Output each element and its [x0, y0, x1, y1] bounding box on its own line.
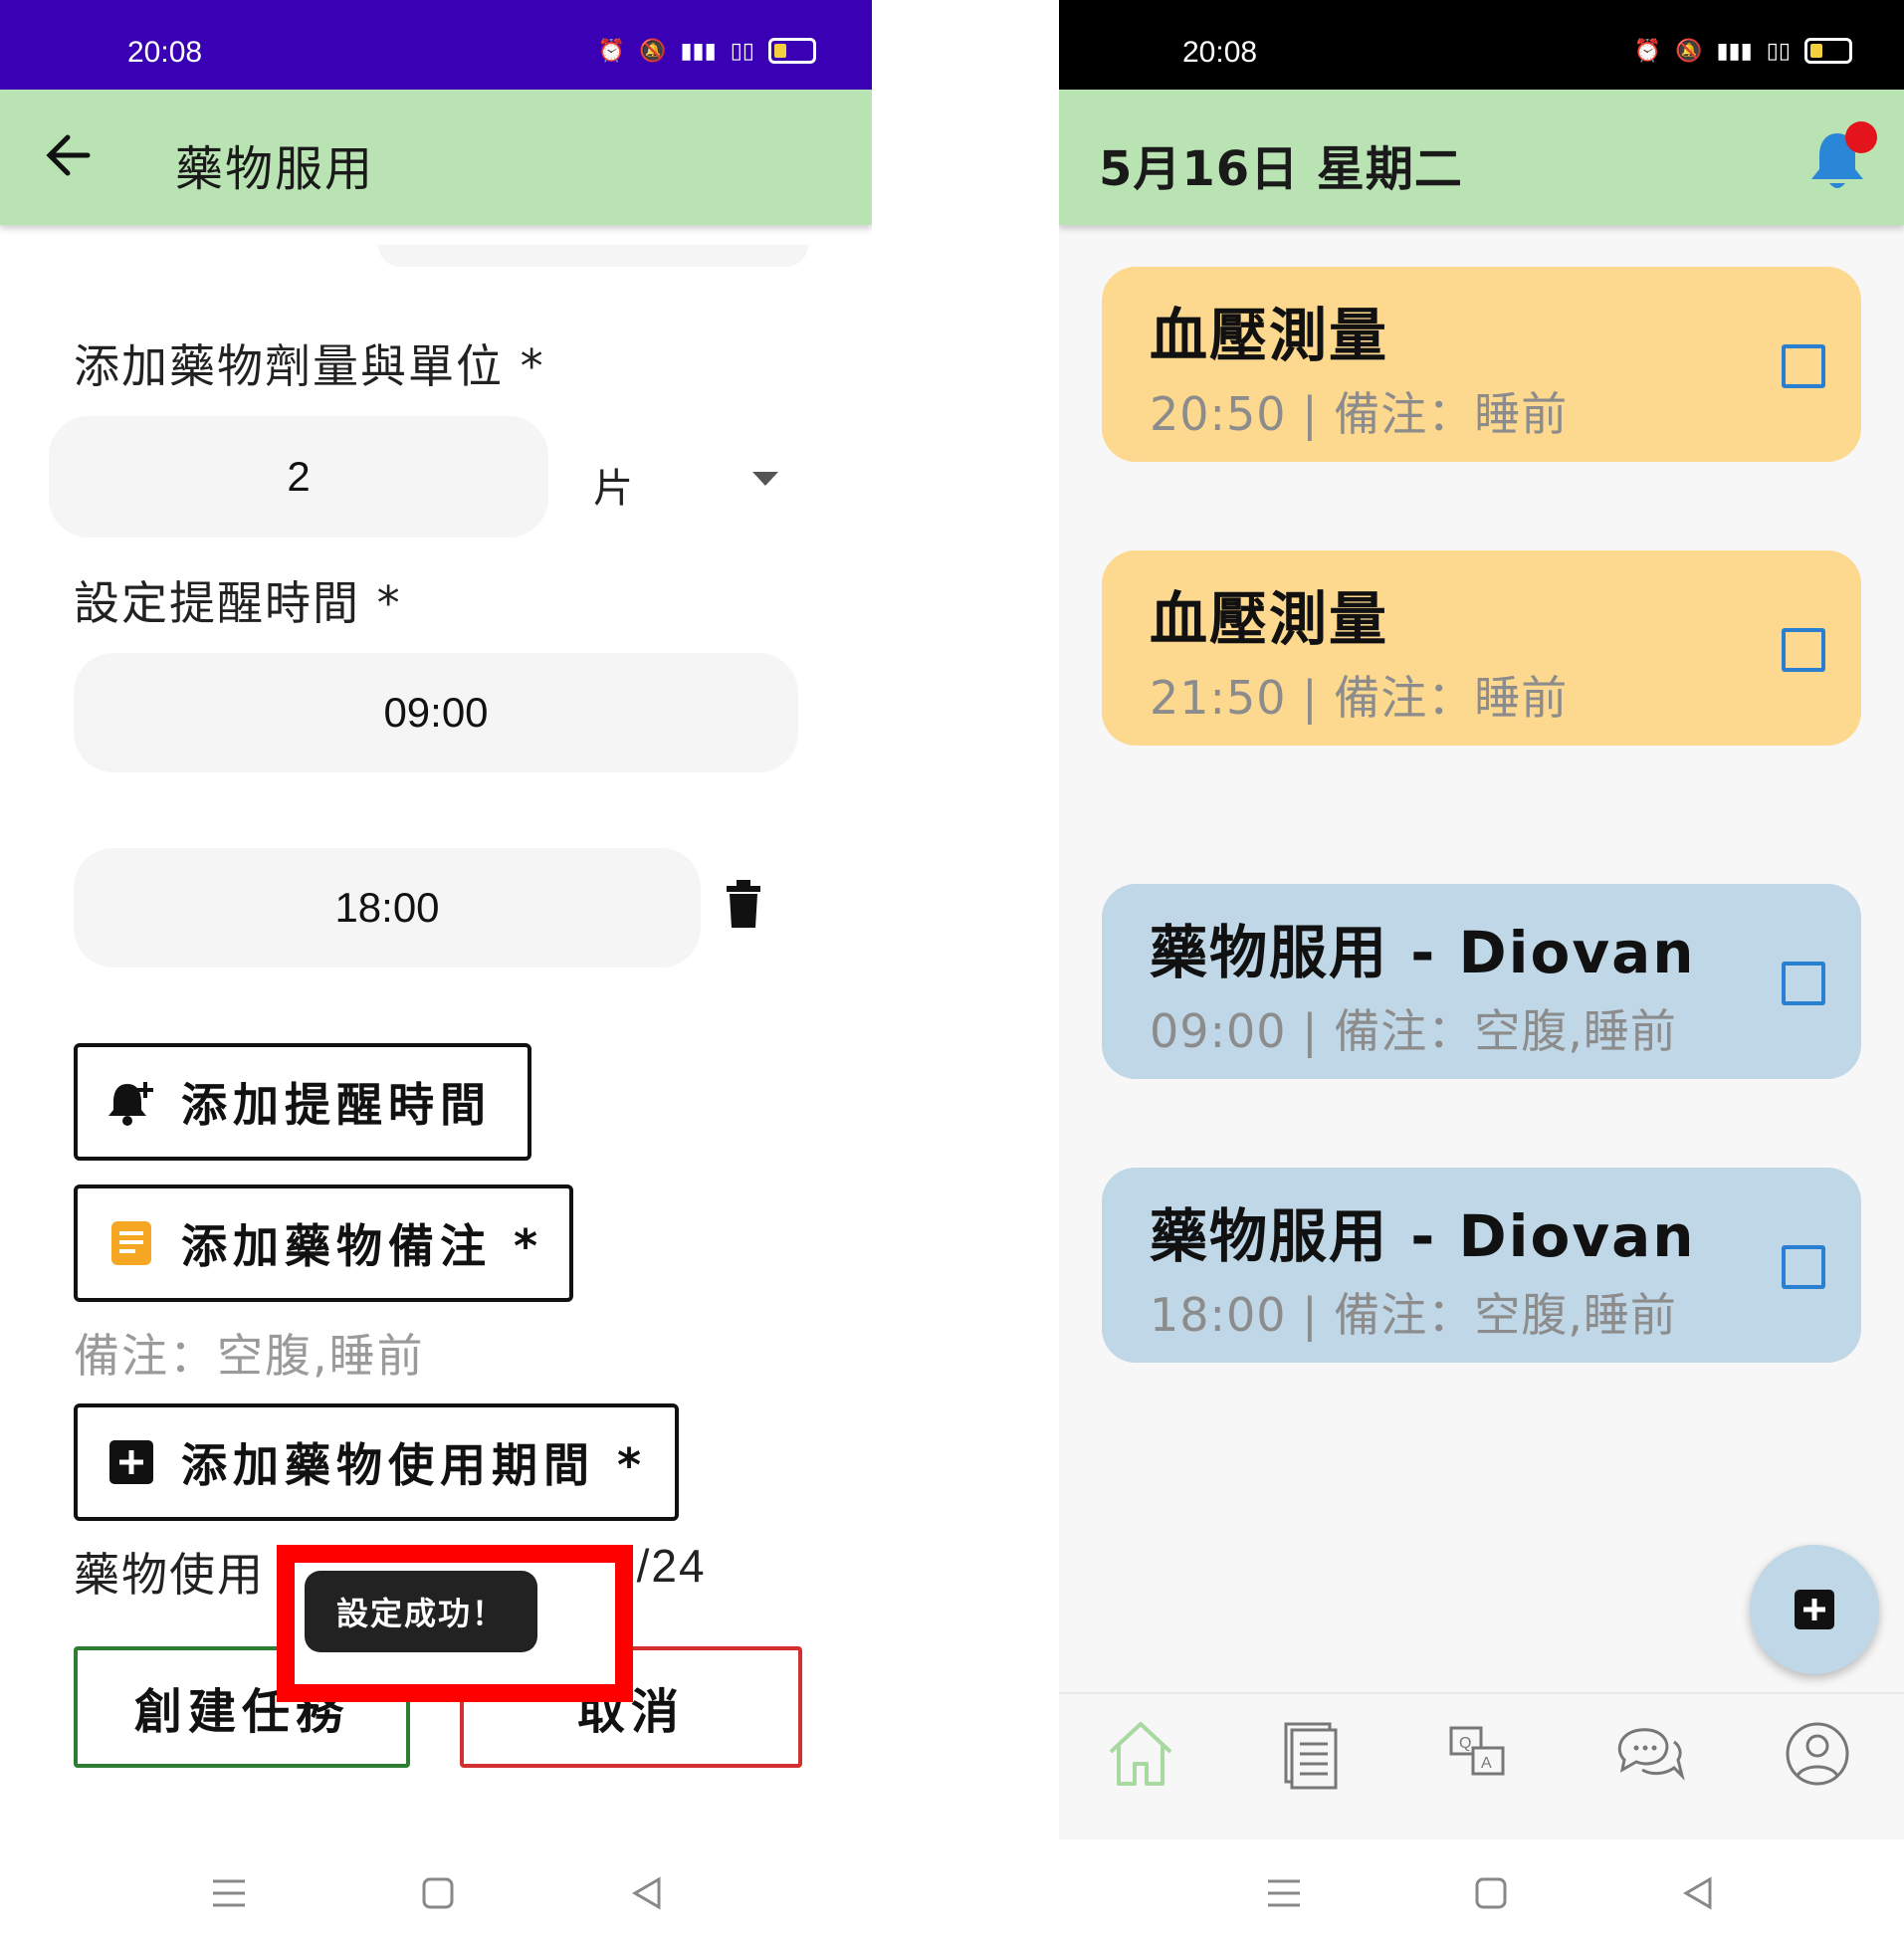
dropdown-arrow-icon[interactable]: [752, 472, 778, 488]
battery-icon: [768, 38, 816, 64]
status-icons: ⏰ 🔕 ▮▮▮ ▯▯: [1634, 38, 1852, 64]
status-time: 20:08: [1182, 36, 1258, 69]
time-field-2[interactable]: 18:00: [74, 848, 701, 968]
bottom-nav: QA: [1059, 1692, 1904, 1841]
signal-off-icon: ▯▯: [1766, 38, 1791, 64]
task-subtitle: 18:00 | 備注：空腹,睡前: [1150, 1288, 1677, 1342]
task-title: 藥物服用 - Diovan: [1150, 919, 1696, 986]
add-reminder-label: 添加提醒時間: [181, 1078, 492, 1132]
page-title: 藥物服用: [175, 141, 375, 197]
add-box-icon: [109, 1440, 153, 1484]
signal-icon: ▮▮▮: [1716, 38, 1753, 64]
task-title: 血壓測量: [1150, 585, 1389, 653]
document-icon[interactable]: [1270, 1714, 1350, 1794]
period-text: 藥物使用: [74, 1548, 265, 1602]
qa-icon[interactable]: QA: [1439, 1714, 1519, 1794]
note-icon: [111, 1221, 151, 1265]
trash-icon[interactable]: [723, 880, 764, 930]
task-card[interactable]: 血壓測量 20:50 | 備注：睡前: [1102, 267, 1861, 462]
unit-select[interactable]: 片: [593, 456, 633, 514]
app-bar: 5月16日 星期二: [1059, 90, 1904, 225]
mute-icon: 🔕: [1675, 38, 1703, 64]
profile-icon[interactable]: [1778, 1714, 1857, 1794]
task-checkbox[interactable]: [1782, 344, 1825, 388]
chat-icon[interactable]: [1608, 1714, 1688, 1794]
task-card[interactable]: 藥物服用 - Diovan 18:00 | 備注：空腹,睡前: [1102, 1168, 1861, 1363]
back-triangle-icon[interactable]: [1678, 1873, 1718, 1913]
back-arrow-icon[interactable]: [44, 125, 94, 185]
note-display: 備注：空腹,睡前: [74, 1329, 425, 1383]
status-bar: 20:08 ⏰ 🔕 ▮▮▮ ▯▯: [1059, 0, 1904, 90]
right-screen: 20:08 ⏰ 🔕 ▮▮▮ ▯▯ 5月16日 星期二 血壓測量 20:50 | …: [1059, 0, 1904, 1938]
system-nav: [1059, 1839, 1904, 1938]
add-note-button[interactable]: 添加藥物備注 *: [74, 1184, 573, 1302]
task-checkbox[interactable]: [1782, 962, 1825, 1005]
menu-icon[interactable]: [1264, 1873, 1304, 1913]
bell-plus-icon: [108, 1082, 153, 1126]
alarm-icon: ⏰: [1633, 38, 1662, 64]
task-subtitle: 09:00 | 備注：空腹,睡前: [1150, 1004, 1677, 1058]
task-card[interactable]: 血壓測量 21:50 | 備注：睡前: [1102, 550, 1861, 746]
toast-message: 設定成功！: [305, 1571, 537, 1652]
add-period-button[interactable]: 添加藥物使用期間 *: [74, 1403, 679, 1521]
add-reminder-button[interactable]: 添加提醒時間: [74, 1043, 531, 1161]
signal-icon: ▮▮▮: [680, 38, 717, 64]
task-checkbox[interactable]: [1782, 628, 1825, 672]
home-icon[interactable]: [1101, 1714, 1180, 1794]
date-title: 5月16日 星期二: [1099, 141, 1463, 197]
alarm-icon: ⏰: [597, 38, 626, 64]
svg-text:Q: Q: [1459, 1735, 1471, 1752]
task-title: 血壓測量: [1150, 302, 1389, 369]
status-icons: ⏰ 🔕 ▮▮▮ ▯▯: [598, 38, 816, 64]
task-subtitle: 20:50 | 備注：睡前: [1150, 387, 1569, 441]
home-square-icon[interactable]: [1471, 1873, 1511, 1913]
scrolled-field: [378, 245, 808, 267]
app-bar: 藥物服用: [0, 90, 872, 225]
task-card[interactable]: 藥物服用 - Diovan 09:00 | 備注：空腹,睡前: [1102, 884, 1861, 1079]
add-note-label: 添加藥物備注 *: [181, 1219, 544, 1273]
svg-text:A: A: [1481, 1755, 1492, 1772]
mute-icon: 🔕: [639, 38, 667, 64]
battery-icon: [1804, 38, 1852, 64]
system-nav: [0, 1839, 872, 1938]
time-field-1[interactable]: 09:00: [74, 653, 798, 772]
task-title: 藥物服用 - Diovan: [1150, 1202, 1696, 1270]
home-square-icon[interactable]: [418, 1873, 458, 1913]
add-period-label: 添加藥物使用期間 *: [181, 1438, 648, 1492]
status-time: 20:08: [127, 36, 203, 69]
bell-icon[interactable]: [1803, 119, 1883, 199]
add-task-fab[interactable]: [1750, 1545, 1879, 1674]
dose-label: 添加藥物劑量與單位 *: [74, 339, 545, 393]
highlight-box: 設定成功！: [277, 1545, 633, 1702]
task-checkbox[interactable]: [1782, 1245, 1825, 1289]
reminder-label: 設定提醒時間 *: [74, 576, 402, 630]
signal-off-icon: ▯▯: [730, 38, 754, 64]
back-triangle-icon[interactable]: [627, 1873, 667, 1913]
dose-input[interactable]: 2: [49, 416, 548, 538]
left-screen: 20:08 ⏰ 🔕 ▮▮▮ ▯▯ 藥物服用 添加藥物劑量與單位 * 2 片 設定…: [0, 0, 872, 1938]
task-subtitle: 21:50 | 備注：睡前: [1150, 671, 1569, 725]
menu-icon[interactable]: [209, 1873, 249, 1913]
add-box-icon: [1795, 1590, 1834, 1629]
status-bar: 20:08 ⏰ 🔕 ▮▮▮ ▯▯: [0, 0, 872, 90]
